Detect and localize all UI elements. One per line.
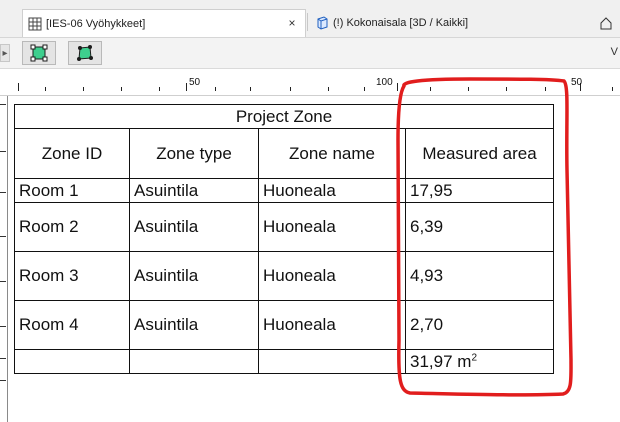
zone-type-cell: Asuintila: [129, 178, 259, 203]
empty-cell: [14, 349, 130, 374]
ruler-label: 50: [571, 77, 583, 88]
measured-area-cell: 17,95: [404, 178, 555, 203]
project-zone-schedule[interactable]: Project Zone Zone ID Zone type Zone name…: [13, 104, 555, 374]
zone-name-cell: Huoneala: [258, 202, 406, 252]
vertical-ruler[interactable]: [0, 96, 8, 422]
measured-area-cell: 6,39: [404, 202, 555, 252]
3d-view-icon: [317, 16, 328, 30]
measured-area-cell: 4,93: [404, 251, 555, 301]
tab-ies-06-vyohykkeet[interactable]: [IES-06 Vyöhykkeet] ×: [22, 9, 306, 37]
horizontal-ruler[interactable]: 50 100 50: [0, 69, 620, 96]
ruler-label: 50: [189, 77, 201, 88]
zone-id-cell: Room 4: [14, 300, 130, 350]
zone-edit-button[interactable]: [68, 41, 102, 65]
tab-label: (!) Kokonaisala [3D / Kaikki]: [333, 17, 469, 29]
ruler-label: 100: [376, 77, 393, 88]
zone-id-cell: Room 3: [14, 251, 130, 301]
ruler-tick: [0, 192, 6, 193]
ruler-tick: [0, 380, 6, 381]
measured-area-cell: 2,70: [404, 300, 555, 350]
zone-edit-icon: [77, 45, 93, 61]
zone-type-cell: Asuintila: [129, 251, 259, 301]
column-header-measured-area[interactable]: Measured area: [404, 128, 555, 179]
ruler-tick: [0, 236, 6, 237]
column-header-zone-type[interactable]: Zone type: [129, 128, 259, 179]
zone-name-cell: Huoneala: [258, 178, 406, 203]
table-row[interactable]: Room 4 Asuintila Huoneala 2,70: [14, 300, 555, 350]
ruler-tick: [0, 326, 6, 327]
column-header-zone-id[interactable]: Zone ID: [14, 128, 130, 179]
total-area-cell: 31,97 m2: [404, 349, 555, 374]
schedule-title: Project Zone: [13, 104, 555, 129]
toolbar-right-label: V: [610, 46, 618, 58]
zone-type-cell: Asuintila: [129, 202, 259, 252]
table-row[interactable]: Room 3 Asuintila Huoneala 4,93: [14, 251, 555, 301]
close-icon[interactable]: ×: [285, 16, 299, 30]
empty-cell: [258, 349, 406, 374]
tab-kokonaisala-3d[interactable]: (!) Kokonaisala [3D / Kaikki]: [308, 9, 590, 37]
schedule-table-icon: [28, 17, 42, 30]
zone-id-cell: Room 1: [14, 178, 130, 203]
ruler-tick: [0, 358, 6, 359]
column-header-zone-name[interactable]: Zone name: [258, 128, 406, 179]
ruler-tick: [0, 104, 6, 105]
tab-label: [IES-06 Vyöhykkeet]: [46, 17, 146, 30]
ruler-ticks: [18, 83, 613, 91]
zone-select-icon: [30, 44, 48, 62]
empty-cell: [129, 349, 259, 374]
zone-select-button[interactable]: [22, 41, 56, 65]
area-unit-exponent: 2: [471, 351, 477, 363]
home-view-icon: [600, 17, 612, 30]
zone-name-cell: Huoneala: [258, 300, 406, 350]
toolbar: ▸ V: [0, 38, 620, 69]
ruler-tick: [0, 281, 6, 282]
ruler-tick: [0, 151, 6, 152]
schedule-canvas[interactable]: Project Zone Zone ID Zone type Zone name…: [8, 96, 620, 422]
table-row[interactable]: Room 2 Asuintila Huoneala 6,39: [14, 202, 555, 252]
zone-type-cell: Asuintila: [129, 300, 259, 350]
zone-id-cell: Room 2: [14, 202, 130, 252]
tab-bar: [IES-06 Vyöhykkeet] × (!) Kokonaisala [3…: [0, 0, 620, 38]
total-row[interactable]: 31,97 m2: [14, 349, 555, 374]
tab-home-view[interactable]: [594, 9, 620, 37]
toolbar-scroll-left-icon[interactable]: ▸: [0, 44, 10, 62]
table-row[interactable]: Room 1 Asuintila Huoneala 17,95: [14, 178, 555, 203]
zone-name-cell: Huoneala: [258, 251, 406, 301]
total-area-value: 31,97 m: [410, 351, 472, 371]
